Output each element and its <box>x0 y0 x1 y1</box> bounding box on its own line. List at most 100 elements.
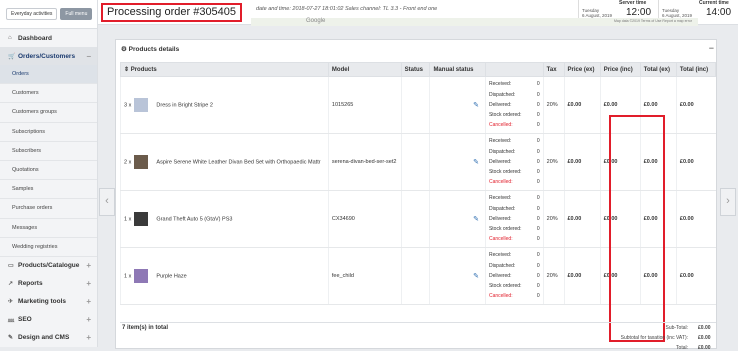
everyday-activities-button[interactable]: Everyday activities <box>6 8 58 20</box>
table-row: 2 x Aspire Serene White Leather Divan Be… <box>120 133 716 191</box>
product-price-inc: £0.00 <box>599 76 641 134</box>
sidebar-item-design-cms[interactable]: ✎ Design and CMS + <box>0 329 97 347</box>
sidebar-item-marketing-tools[interactable]: ✈ Marketing tools + <box>0 293 97 311</box>
product-total-ex: £0.00 <box>639 76 677 134</box>
sidebar-item-label: SEO <box>18 316 32 324</box>
sidebar-subitem-purchase-orders[interactable]: Purchase orders <box>0 199 97 219</box>
status-line: Cancelled: 0 <box>488 122 540 129</box>
sidebar-item-orders-customers[interactable]: 🛒 Orders/Customers − <box>0 47 97 65</box>
sidebar-subitem-wedding-registries[interactable]: Wedding registries <box>0 238 97 257</box>
product-status <box>400 247 430 305</box>
product-name[interactable]: Dress in Bright Stripe 2 <box>156 102 213 108</box>
status-line: Cancelled: 0 <box>488 236 540 243</box>
product-thumbnail[interactable] <box>134 98 149 112</box>
expand-icon[interactable]: + <box>86 261 91 270</box>
sidebar-subitem-samples[interactable]: Samples <box>0 180 97 200</box>
sidebar-item-reports[interactable]: ↗ Reports + <box>0 275 97 293</box>
status-line: Stock ordered: 0 <box>488 283 540 290</box>
edit-pencil-icon[interactable]: ✎ <box>473 101 479 109</box>
current-clock: 14:00 <box>706 7 732 18</box>
products-table: ⇕ Products Model Status Manual status Ta… <box>120 62 717 305</box>
col-status-counts <box>484 62 544 77</box>
panel-header: ⚙ Products details − <box>116 40 716 58</box>
catalogue-icon: ▭ <box>8 263 14 270</box>
sidebar-subitem-quotations[interactable]: Quotations <box>0 161 97 181</box>
items-count: 7 item(s) in total <box>122 325 169 331</box>
status-line: Dispatched: 0 <box>488 148 540 155</box>
next-order-arrow[interactable]: › <box>720 188 736 216</box>
sidebar-subitem-subscriptions[interactable]: Subscriptions <box>0 123 97 142</box>
col-manual-status[interactable]: Manual status <box>429 62 486 77</box>
col-tax[interactable]: Tax <box>542 62 565 77</box>
col-price-inc[interactable]: Price (inc) <box>599 62 641 77</box>
col-status[interactable]: Status <box>400 62 431 77</box>
status-counts-cell: Received: 0 Dispatched: 0 Delivered: 0 Stock o… <box>484 190 544 248</box>
sidebar-subitem-subscribers[interactable]: Subscribers <box>0 142 97 161</box>
col-total-inc[interactable]: Total (inc) <box>675 62 717 77</box>
status-line: Dispatched: 0 <box>488 91 540 98</box>
table-row: 1 x Purple Haze fee_child ✎ Received: 0 Dispa… <box>120 247 716 305</box>
plane-icon: ✈ <box>8 299 14 306</box>
map-strip: Google Map data ©2019 Terms of Use Repor… <box>251 18 698 26</box>
sidebar-item-label: Reports <box>18 280 43 288</box>
products-details-panel: ⚙ Products details − ⇕ Products Model St… <box>115 39 717 351</box>
status-line: Cancelled: 0 <box>488 293 540 300</box>
product-qty: 1 x <box>124 273 132 280</box>
status-line: Delivered: 0 <box>488 215 540 222</box>
table-row: 1 x Grand Theft Auto 5 (GtaV) PS3 CX34690… <box>120 190 716 248</box>
full-menu-button[interactable]: Full menu <box>60 8 93 20</box>
col-total-ex[interactable]: Total (ex) <box>639 62 677 77</box>
product-thumbnail[interactable] <box>134 269 149 283</box>
product-price-ex: £0.00 <box>563 133 601 191</box>
sidebar-subitem-orders[interactable]: Orders <box>0 65 97 85</box>
panel-collapse-button[interactable]: − <box>709 43 714 53</box>
edit-pencil-icon[interactable]: ✎ <box>473 158 479 166</box>
product-total-inc: £0.00 <box>675 133 716 191</box>
product-name[interactable]: Grand Theft Auto 5 (GtaV) PS3 <box>156 216 232 222</box>
expand-icon[interactable]: + <box>86 279 91 288</box>
edit-pencil-icon[interactable]: ✎ <box>473 215 479 223</box>
status-counts-cell: Received: 0 Dispatched: 0 Delivered: 0 Stock o… <box>484 247 544 305</box>
sidebar-item-label: Design and CMS <box>18 334 70 342</box>
product-name[interactable]: Purple Haze <box>156 273 186 279</box>
expand-icon[interactable]: + <box>86 315 91 324</box>
product-total-ex: £0.00 <box>639 247 677 305</box>
product-qty: 1 x <box>124 216 132 223</box>
product-tax: 20% <box>542 76 564 134</box>
sidebar-item-label: Dashboard <box>18 34 52 42</box>
sidebar-subitem-customers[interactable]: Customers <box>0 84 97 104</box>
product-thumbnail[interactable] <box>134 155 149 169</box>
sidebar-subitem-customers-groups[interactable]: Customers groups <box>0 103 97 123</box>
status-line: Stock ordered: 0 <box>488 226 540 233</box>
prev-order-arrow[interactable]: ‹ <box>99 188 115 216</box>
status-line: Stock ordered: 0 <box>488 169 540 176</box>
collapse-icon[interactable]: − <box>86 52 91 61</box>
product-qty: 2 x <box>124 159 132 166</box>
col-price-ex[interactable]: Price (ex) <box>563 62 601 77</box>
product-price-ex: £0.00 <box>563 247 601 305</box>
subtotal-taxation-row: Subtotal for taxation (inc VAT): £0.00 <box>620 335 711 341</box>
sidebar-item-dashboard[interactable]: ⌂ Dashboard <box>0 29 97 47</box>
expand-icon[interactable]: + <box>86 297 91 306</box>
total-row: Total: £0.00 <box>676 345 711 351</box>
edit-pencil-icon[interactable]: ✎ <box>473 272 479 280</box>
sidebar-item-products-catalogue[interactable]: ▭ Products/Catalogue + <box>0 257 97 275</box>
sidebar: Everyday activities Full menu ⌂ Dashboar… <box>0 0 98 347</box>
sidebar-item-seo[interactable]: ⅏ SEO + <box>0 311 97 329</box>
product-cell: 1 x Purple Haze <box>120 247 329 305</box>
pencil-icon: ✎ <box>8 335 14 342</box>
col-products[interactable]: ⇕ Products <box>120 62 329 77</box>
map-attribution: Map data ©2019 Terms of Use Report a map… <box>614 19 692 23</box>
expand-icon[interactable]: + <box>86 333 91 342</box>
cart-icon: 🛒 <box>8 53 16 60</box>
product-name[interactable]: Aspire Serene White Leather Divan Bed Se… <box>156 159 320 165</box>
status-line: Received: 0 <box>488 138 540 145</box>
status-line: Received: 0 <box>488 252 540 259</box>
col-model[interactable]: Model <box>327 62 402 77</box>
status-line: Dispatched: 0 <box>488 205 540 212</box>
status-counts-cell: Received: 0 Dispatched: 0 Delivered: 0 Stock o… <box>484 133 544 191</box>
product-total-inc: £0.00 <box>675 76 716 134</box>
product-thumbnail[interactable] <box>134 212 149 226</box>
sidebar-subitem-messages[interactable]: Messages <box>0 219 97 238</box>
product-qty: 3 x <box>124 102 132 109</box>
